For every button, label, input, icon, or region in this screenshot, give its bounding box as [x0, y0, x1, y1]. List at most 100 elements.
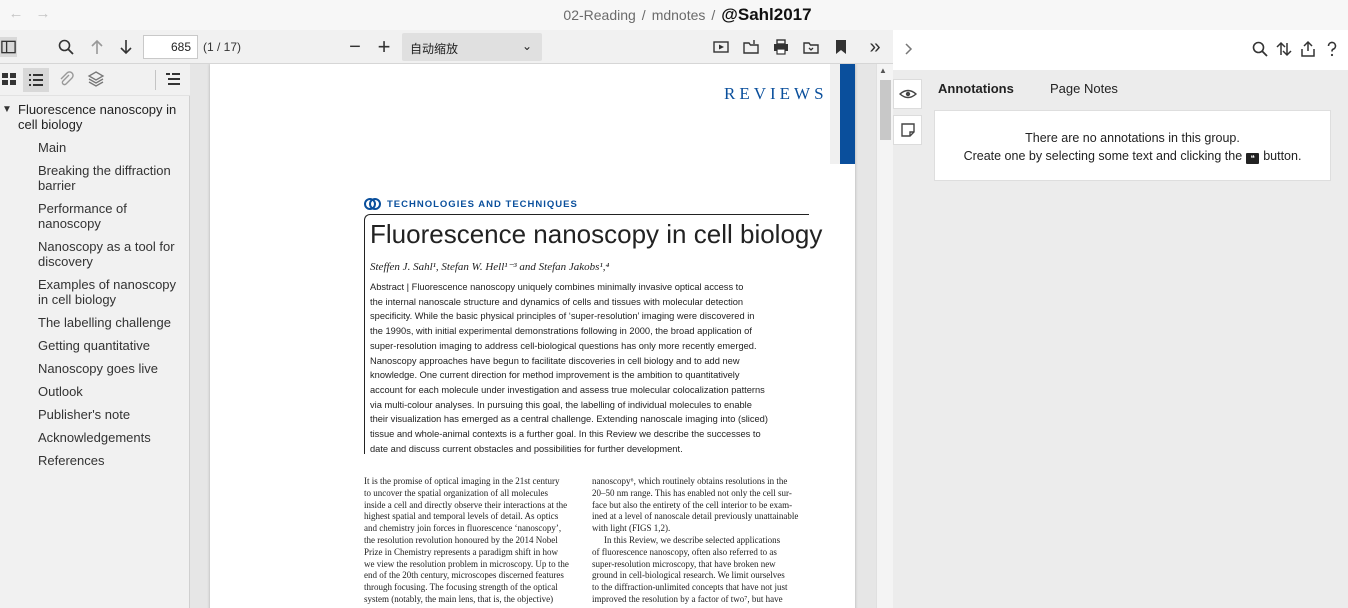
zoom-select[interactable]: 自动缩放 ⌄ — [402, 33, 542, 61]
outline-icon[interactable] — [23, 68, 49, 92]
previous-page-icon[interactable] — [87, 38, 107, 56]
breadcrumb: 02-Reading / mdnotes / @Sahl2017 — [0, 5, 1348, 25]
category-label: TECHNOLOGIES AND TECHNIQUES — [387, 199, 578, 210]
abstract-line: knowledge. One current direction for met… — [370, 370, 740, 381]
collapse-toggle-icon[interactable]: ▼ — [2, 104, 12, 115]
body-line: system (notably, the main lens, that is,… — [364, 593, 554, 604]
layers-icon[interactable] — [86, 70, 106, 88]
body-line: and chemistry join forces in fluorescenc… — [364, 523, 562, 534]
viewer-scrollbar[interactable]: ▲ — [876, 64, 893, 608]
breadcrumb-item[interactable]: 02-Reading — [563, 7, 635, 23]
body-line: 20–50 nm range. This has enabled not onl… — [592, 487, 792, 498]
body-line: of fluorescence nanoscopy, often also re… — [592, 546, 777, 557]
search-icon[interactable] — [1250, 40, 1270, 58]
body-line: to the diffraction-unlimited concepts th… — [592, 582, 788, 593]
more-tools-icon[interactable]: » — [865, 36, 885, 58]
toolbar-divider — [155, 70, 156, 90]
abstract-line: specificity. While the basic physical pr… — [370, 311, 755, 322]
empty-message-text: Create one by selecting some text and cl… — [963, 149, 1243, 163]
current-outline-item-icon[interactable] — [163, 70, 183, 88]
download-icon[interactable] — [801, 38, 821, 56]
visibility-eye-icon[interactable] — [893, 79, 922, 109]
abstract-line: the internal nanoscale structure and dyn… — [370, 296, 744, 307]
outline-item[interactable]: Main — [38, 140, 183, 155]
annotation-panel-header — [893, 30, 1348, 70]
outline-item[interactable]: Outlook — [38, 384, 183, 399]
body-line: end of the 20th century, microscopes dis… — [364, 570, 564, 581]
outline-item[interactable]: Nanoscopy goes live — [38, 361, 183, 376]
search-icon[interactable] — [56, 38, 76, 56]
article-title: Fluorescence nanoscopy in cell biology — [370, 219, 823, 249]
print-icon[interactable] — [771, 38, 791, 56]
next-page-icon[interactable] — [116, 38, 136, 56]
body-line: super-resolution microscopy, that have b… — [592, 558, 776, 569]
outline-item[interactable]: Nanoscopy as a tool for discovery — [38, 239, 183, 269]
presentation-icon[interactable] — [711, 38, 731, 56]
help-icon[interactable] — [1322, 40, 1342, 58]
breadcrumb-item[interactable]: mdnotes — [652, 7, 706, 23]
body-line: with light (FIGS 1,2). — [592, 523, 671, 534]
article-authors: Steffen J. Sahl¹, Stefan W. Hell¹⁻³ and … — [370, 261, 610, 273]
abstract-line: super-resolution imaging to address cell… — [370, 340, 757, 351]
body-line: In this Review, we describe selected app… — [604, 534, 781, 545]
zoom-in-icon[interactable]: + — [374, 34, 394, 59]
body-line: improved the resolution by a factor of t… — [592, 593, 783, 604]
zoom-out-icon[interactable]: − — [345, 36, 365, 58]
body-column-left: It is the promise of optical imaging in … — [364, 476, 581, 606]
chevron-right-icon[interactable] — [899, 40, 919, 58]
sidebar-toggle-icon[interactable] — [0, 37, 17, 57]
pdf-page: REVIEWS TECHNOLOGIES AND TECHNIQUES Fluo… — [210, 64, 855, 608]
chevron-down-icon: ⌄ — [521, 39, 532, 53]
body-line: to uncover the spatial organization of a… — [364, 487, 549, 498]
page-note-icon[interactable] — [893, 115, 922, 145]
attachments-icon[interactable] — [56, 70, 76, 88]
sidebar-view-tabs — [0, 64, 190, 96]
scroll-up-icon[interactable]: ▲ — [879, 66, 887, 75]
thumbnails-icon[interactable] — [0, 70, 20, 88]
scrollbar-thumb[interactable] — [880, 80, 891, 140]
page-number-input[interactable] — [143, 35, 198, 59]
share-icon[interactable] — [1298, 40, 1318, 58]
body-line: nanoscopy⁶, which routinely obtains reso… — [592, 476, 788, 486]
sort-icon[interactable] — [1274, 40, 1294, 58]
body-line: we view the resolution problem in micros… — [364, 558, 569, 569]
outline-item[interactable]: Publisher's note — [38, 407, 183, 422]
outline-item-root[interactable]: Fluorescence nanoscopy in cell biology — [18, 102, 186, 132]
outline-item[interactable]: Acknowledgements — [38, 430, 183, 445]
outline-item[interactable]: Breaking the diffraction barrier — [38, 163, 183, 193]
technique-logo-icon — [364, 198, 383, 211]
bookmark-icon[interactable] — [831, 38, 851, 56]
pdf-toolbar: (1 / 17) − + 自动缩放 ⌄ » — [0, 30, 893, 64]
breadcrumb-separator: / — [641, 7, 646, 23]
current-note-title: @Sahl2017 — [721, 5, 812, 24]
outline-item[interactable]: The labelling challenge — [38, 315, 183, 330]
outline-item[interactable]: Getting quantitative — [38, 338, 183, 353]
outline-item[interactable]: Examples of nanoscopy in cell biology — [38, 277, 183, 307]
abstract-line: account for each molecule under investig… — [370, 384, 765, 395]
tab-page-notes[interactable]: Page Notes — [1050, 81, 1118, 96]
page-count: (1 / 17) — [203, 40, 242, 54]
outline-item[interactable]: Performance of nanoscopy — [38, 201, 183, 231]
body-line: Prize in Chemistry represents a paradigm… — [364, 546, 558, 557]
body-line: inside a cell and directly observe their… — [364, 499, 568, 510]
abstract-line: their visualization has emerged as a cen… — [370, 414, 768, 425]
page-margin-strip — [830, 64, 840, 164]
body-line: through focusing. The focusing strength … — [364, 582, 558, 593]
category-tag: TECHNOLOGIES AND TECHNIQUES — [364, 198, 578, 211]
body-column-right: nanoscopy⁶, which routinely obtains reso… — [592, 476, 809, 606]
body-line: It is the promise of optical imaging in … — [364, 476, 560, 486]
body-line: ined at a level of nanoscale detail prev… — [592, 511, 799, 522]
annotate-quote-icon: ❝ — [1246, 153, 1260, 164]
journal-color-strip — [840, 64, 855, 164]
open-file-icon[interactable] — [741, 38, 761, 56]
abstract-line: the 1990s, with initial experimental dem… — [370, 326, 752, 337]
pdf-viewer[interactable]: REVIEWS TECHNOLOGIES AND TECHNIQUES Fluo… — [190, 64, 876, 608]
title-bar: ← → 02-Reading / mdnotes / @Sahl2017 — [0, 0, 1348, 30]
body-line: highest spatial and temporal levels of d… — [364, 511, 559, 522]
outline-item[interactable]: References — [38, 453, 183, 468]
abstract-line: Nanoscopy approaches have begun to facil… — [370, 355, 740, 366]
abstract-line: Abstract | Fluorescence nanoscopy unique… — [370, 282, 744, 292]
empty-annotations-message: There are no annotations in this group. … — [934, 110, 1331, 181]
empty-message-line: Create one by selecting some text and cl… — [935, 147, 1330, 165]
tab-annotations[interactable]: Annotations — [938, 81, 1014, 96]
